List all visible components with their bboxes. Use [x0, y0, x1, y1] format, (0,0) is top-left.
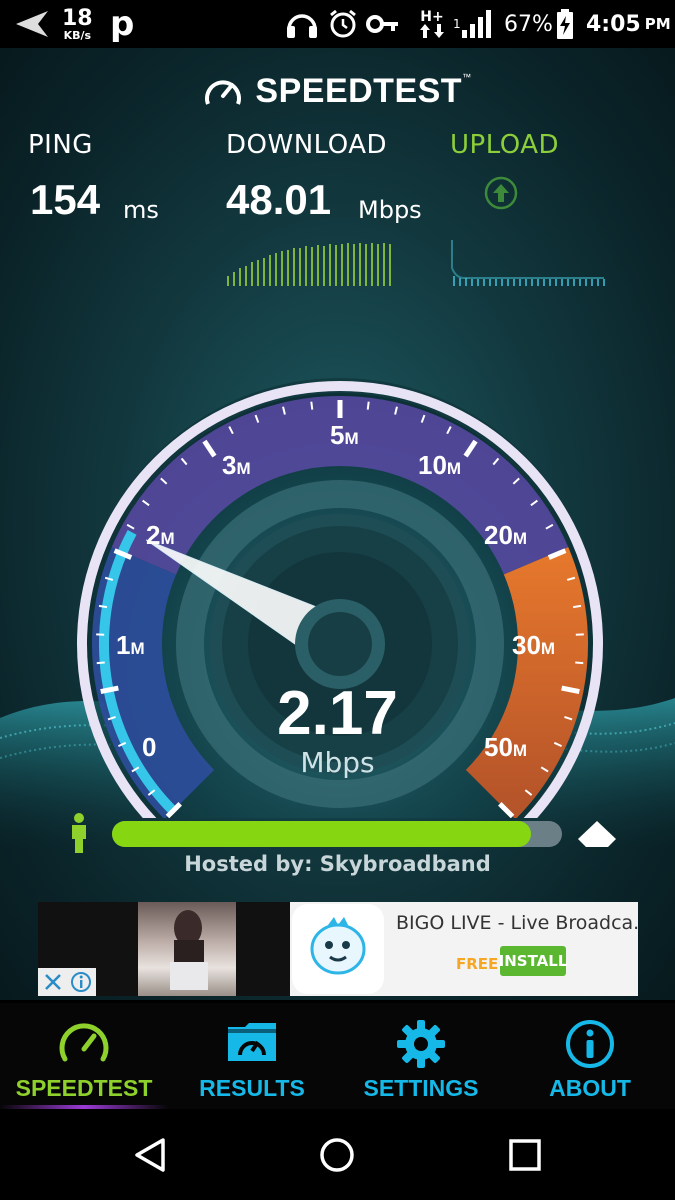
- tab-settings[interactable]: SETTINGS: [337, 1003, 505, 1109]
- ad-info-icon[interactable]: [70, 971, 92, 993]
- gauge-label-10m-num: 10: [418, 450, 447, 480]
- clock-time: 4:05: [586, 11, 641, 37]
- gauge-minor-tick: [572, 604, 582, 609]
- gauge-label-5m-unit: M: [344, 429, 359, 448]
- vpn-key-icon: [366, 0, 400, 48]
- notification-p-icon: p: [110, 4, 135, 44]
- speedtest-logo: SPEEDTEST™: [0, 72, 675, 111]
- bottom-tab-bar: SPEEDTEST RESULTS SETTINGS ABOUT: [0, 1003, 675, 1109]
- clock-suffix: PM: [644, 15, 671, 33]
- progress-track: [112, 821, 562, 847]
- gauge-label-2m-unit: M: [160, 529, 175, 548]
- brand-title-text: SPEEDTEST: [255, 72, 463, 110]
- signal-icon: [462, 0, 492, 48]
- ad-title[interactable]: BIGO LIVE - Live Broadca...: [396, 912, 638, 934]
- nav-recents-button[interactable]: [485, 1109, 565, 1200]
- tab-speedtest-label: SPEEDTEST: [15, 1075, 153, 1101]
- gear-icon: [396, 1019, 446, 1073]
- download-label: DOWNLOAD: [226, 130, 388, 160]
- tab-speedtest[interactable]: SPEEDTEST: [0, 1003, 168, 1109]
- gauge-minor-tick: [366, 401, 370, 410]
- upload-sparkline: [451, 240, 605, 286]
- gauge-label-1m: 1M: [116, 630, 145, 661]
- current-speed-value: 2.17: [277, 679, 398, 748]
- gauge-label-1m-unit: M: [130, 639, 145, 658]
- back-arrow-icon: [14, 0, 50, 48]
- gauge-label-30m-unit: M: [540, 639, 556, 658]
- gauge-label-10m: 10M: [418, 450, 461, 481]
- user-figure-icon: [68, 813, 90, 857]
- gauge-minor-tick: [575, 661, 584, 665]
- gauge-label-5m-num: 5: [330, 420, 345, 450]
- tab-about[interactable]: ABOUT: [506, 1003, 674, 1109]
- gauge-label-30m-num: 30: [512, 630, 541, 660]
- ping-value: 154: [30, 176, 101, 223]
- network-speed-unit: KB/s: [63, 28, 92, 42]
- headphones-icon: [285, 0, 319, 48]
- gauge-label-20m: 20M: [484, 520, 527, 551]
- ad-banner[interactable]: BIGO LIVE - Live Broadca... FREE INSTALL: [38, 902, 638, 996]
- nav-back-button[interactable]: [110, 1109, 190, 1200]
- speedtest-screen: SPEEDTEST™ PING 154 ms DOWNLOAD 48.01 Mb…: [0, 48, 675, 1000]
- clock: 4:05 PM: [586, 0, 671, 48]
- tab-about-label: ABOUT: [549, 1075, 631, 1101]
- network-speed-indicator: 18 KB/s: [62, 0, 93, 48]
- battery-percent: 67%: [504, 11, 553, 37]
- ad-image[interactable]: [138, 902, 236, 996]
- gauge-label-5m: 5M: [330, 420, 359, 451]
- ad-install-button[interactable]: INSTALL: [499, 946, 567, 976]
- network-speed-value: 18: [62, 5, 93, 31]
- download-unit: Mbps: [358, 196, 422, 224]
- gauge-label-30m: 30M: [512, 630, 555, 661]
- battery-charging-icon: [556, 0, 574, 48]
- gauge-minor-tick: [310, 401, 314, 410]
- gauge-label-3m-unit: M: [236, 459, 251, 478]
- tab-results-label: RESULTS: [199, 1075, 305, 1101]
- network-type: H+: [420, 0, 444, 48]
- ping-unit: ms: [123, 196, 159, 224]
- gauge-minor-tick: [96, 661, 105, 665]
- bigo-app-icon[interactable]: [292, 904, 384, 994]
- info-icon: [565, 1019, 615, 1073]
- gauge-label-3m: 3M: [222, 450, 251, 481]
- ad-price: FREE: [456, 955, 499, 973]
- gauge-label-20m-num: 20: [484, 520, 513, 550]
- recents-square-icon: [509, 1138, 541, 1171]
- network-type-label: H+: [420, 9, 444, 25]
- gauge-label-2m-num: 2: [146, 520, 161, 550]
- home-circle-icon: [320, 1137, 354, 1172]
- gauge-label-20m-unit: M: [512, 529, 528, 548]
- server-icon: [578, 821, 616, 851]
- hosted-by-label: Hosted by: Skybroadband: [184, 852, 491, 876]
- current-speed-unit: Mbps: [300, 746, 375, 779]
- nav-home-button[interactable]: [297, 1109, 377, 1200]
- download-value: 48.01: [226, 176, 332, 223]
- test-progress: [0, 813, 675, 853]
- upload-arrow-icon: [484, 176, 518, 214]
- ad-controls: [38, 968, 96, 996]
- gauge-label-10m-unit: M: [446, 459, 462, 478]
- status-bar: 18 KB/s p H+ 1 67% 4:05 PM: [0, 0, 675, 48]
- tab-results[interactable]: RESULTS: [168, 1003, 336, 1109]
- gauge-label-2m: 2M: [146, 520, 175, 551]
- results-folder-icon: [225, 1019, 279, 1069]
- back-triangle-icon: [135, 1137, 165, 1172]
- alarm-icon: [328, 0, 358, 48]
- gauge-icon: [57, 1019, 111, 1069]
- brand-title: SPEEDTEST™: [255, 72, 471, 111]
- android-nav-bar: [0, 1109, 675, 1200]
- tab-settings-label: SETTINGS: [363, 1075, 479, 1101]
- ping-label: PING: [28, 130, 93, 160]
- upload-label: UPLOAD: [450, 130, 560, 160]
- gauge-logo-icon: [205, 80, 242, 105]
- sim-slot: 1: [453, 17, 461, 31]
- gauge-minor-tick: [98, 604, 108, 609]
- gauge-label-3m-num: 3: [222, 450, 237, 480]
- progress-fill: [112, 821, 531, 847]
- gauge-label-1m-num: 1: [116, 630, 131, 660]
- trademark: ™: [462, 72, 472, 82]
- ad-close-icon[interactable]: [42, 971, 64, 993]
- download-sparkline: [227, 243, 391, 286]
- data-arrows-icon: [420, 24, 444, 38]
